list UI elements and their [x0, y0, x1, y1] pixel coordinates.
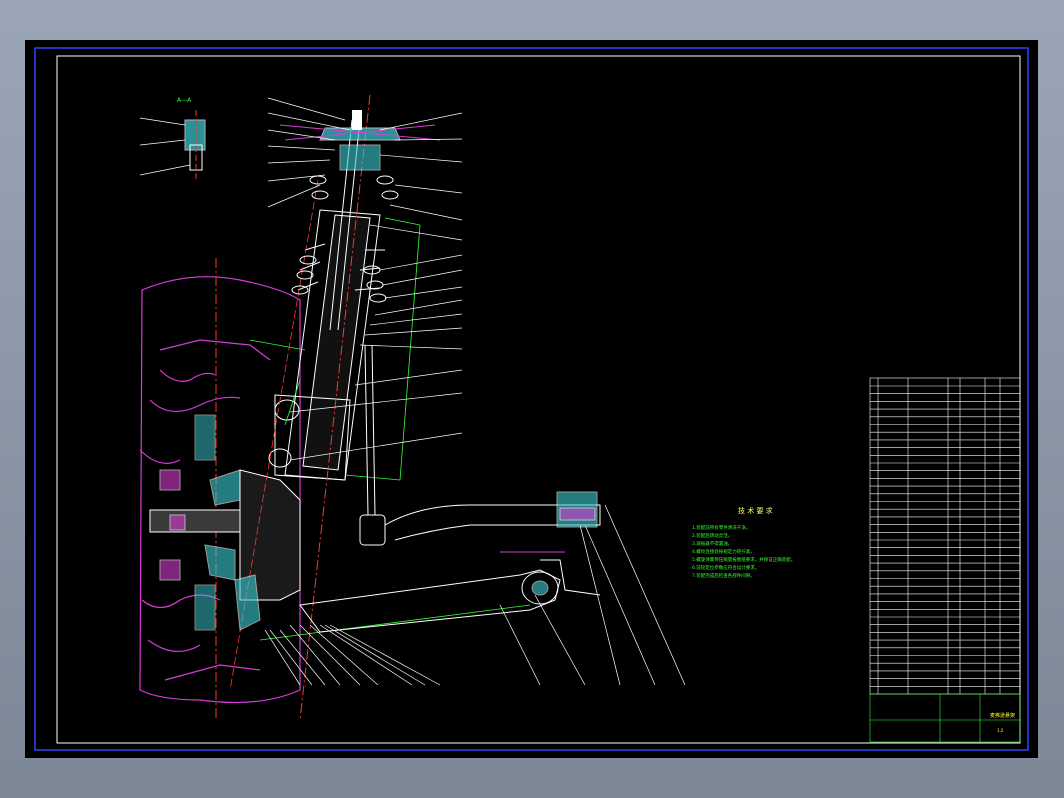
title-block-name: 麦弗逊悬架 [990, 713, 1016, 719]
parts-list-table [869, 377, 1021, 743]
title-block-scale: 1:2 [997, 728, 1004, 733]
